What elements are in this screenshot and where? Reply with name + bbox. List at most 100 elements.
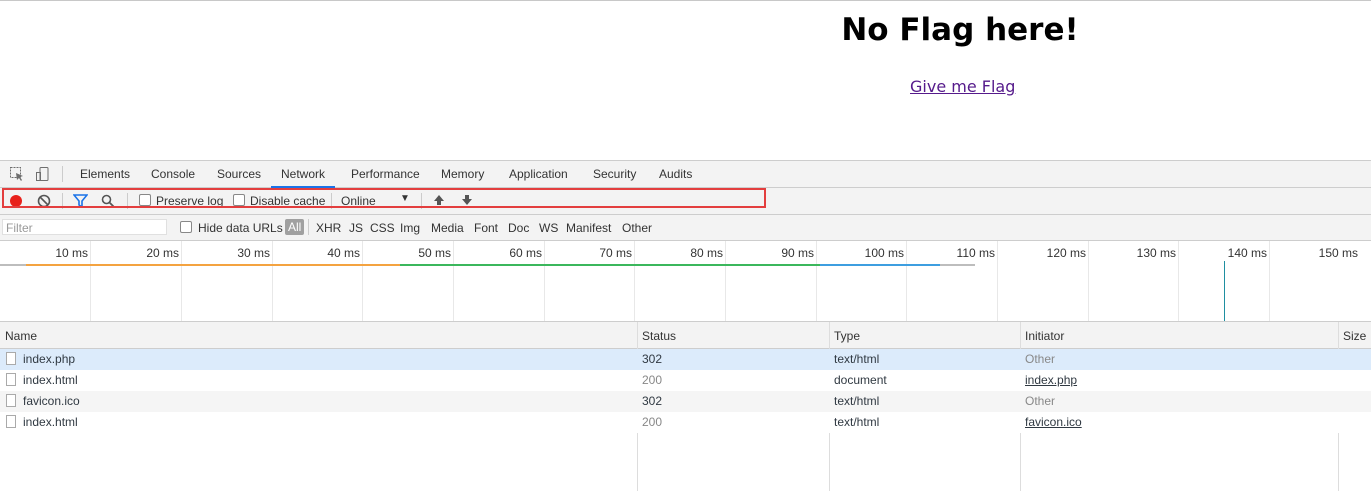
table-row[interactable]: favicon.ico 302 text/html Other: [0, 391, 1371, 412]
timeline-tick: 40 ms: [327, 246, 360, 260]
filter-type-all[interactable]: All: [285, 219, 305, 235]
tab-elements[interactable]: Elements: [70, 161, 140, 187]
filter-type-manifest[interactable]: Manifest: [566, 221, 611, 235]
page-content: No Flag here! Give me Flag: [0, 0, 1371, 161]
filter-type-media[interactable]: Media: [431, 221, 464, 235]
tab-security[interactable]: Security: [583, 161, 646, 187]
document-icon: [6, 373, 16, 386]
inspect-element-icon[interactable]: [9, 166, 25, 182]
request-initiator-link[interactable]: index.php: [1025, 373, 1077, 387]
document-icon: [6, 352, 16, 365]
request-status: 200: [642, 415, 663, 429]
request-initiator: Other: [1025, 394, 1056, 408]
filter-type-doc[interactable]: Doc: [508, 221, 529, 235]
timeline-tick: 70 ms: [599, 246, 632, 260]
filter-type-other[interactable]: Other: [622, 221, 652, 235]
table-row[interactable]: index.html 200 text/html favicon.ico: [0, 412, 1371, 433]
filter-input[interactable]: Filter: [2, 219, 167, 235]
tabbar-divider: [62, 166, 63, 182]
tab-performance[interactable]: Performance: [341, 161, 430, 187]
timeline-gridline: [1178, 241, 1179, 321]
hide-data-urls-label: Hide data URLs: [198, 221, 283, 235]
request-name: favicon.ico: [23, 394, 80, 408]
timeline-tick: 100 ms: [864, 246, 904, 260]
timeline-gridline: [272, 241, 273, 321]
timeline-bar-ttfb: [400, 264, 820, 266]
devtools-panel: Elements Console Sources Network Perform…: [0, 160, 1371, 491]
timeline-gridline: [634, 241, 635, 321]
timeline-tick: 60 ms: [509, 246, 542, 260]
timeline-tick: 10 ms: [55, 246, 88, 260]
page-heading: No Flag here!: [841, 12, 1079, 48]
filter-type-js[interactable]: JS: [349, 221, 363, 235]
hide-data-urls-checkbox[interactable]: [180, 221, 192, 233]
filter-type-css[interactable]: CSS: [370, 221, 395, 235]
request-initiator-link[interactable]: favicon.ico: [1025, 415, 1082, 429]
table-row[interactable]: index.php 302 text/html Other: [0, 349, 1371, 370]
timeline-tick: 140 ms: [1227, 246, 1267, 260]
request-name: index.html: [23, 373, 78, 387]
request-status: 302: [642, 352, 663, 366]
load-event-marker: [1224, 261, 1225, 321]
request-name: index.php: [23, 352, 76, 366]
give-me-flag-link[interactable]: Give me Flag: [910, 77, 1015, 96]
tab-application[interactable]: Application: [499, 161, 578, 187]
timeline-tick: 150 ms: [1318, 246, 1358, 260]
timeline-bar-idle: [940, 264, 975, 266]
timeline-tick: 30 ms: [237, 246, 270, 260]
filter-type-img[interactable]: Img: [400, 221, 420, 235]
timeline-tick: 80 ms: [690, 246, 723, 260]
network-requests-table: Name Status Type Initiator Size index.ph…: [0, 322, 1371, 491]
highlight-annotation-box: [2, 188, 766, 208]
tab-audits[interactable]: Audits: [649, 161, 702, 187]
request-type: text/html: [834, 415, 880, 429]
timeline-bar-queue: [26, 264, 400, 266]
timeline-tick: 50 ms: [418, 246, 451, 260]
tab-sources[interactable]: Sources: [207, 161, 271, 187]
timeline-gridline: [725, 241, 726, 321]
filter-type-font[interactable]: Font: [474, 221, 498, 235]
table-row[interactable]: index.html 200 document index.php: [0, 370, 1371, 391]
request-type: text/html: [834, 394, 880, 408]
timeline-gridline: [181, 241, 182, 321]
tab-memory[interactable]: Memory: [431, 161, 494, 187]
column-header-initiator[interactable]: Initiator: [1025, 329, 1064, 343]
timeline-tick: 130 ms: [1136, 246, 1176, 260]
devtools-tabbar: Elements Console Sources Network Perform…: [0, 161, 1371, 188]
timeline-gridline: [906, 241, 907, 321]
column-header-size[interactable]: Size: [1343, 329, 1366, 343]
request-type: text/html: [834, 352, 880, 366]
device-toolbar-icon[interactable]: [35, 166, 51, 182]
tab-network[interactable]: Network: [271, 161, 336, 188]
table-header: Name Status Type Initiator Size: [0, 322, 1371, 349]
timeline-gridline: [816, 241, 817, 321]
timeline-tick: 20 ms: [146, 246, 179, 260]
filter-type-xhr[interactable]: XHR: [316, 221, 341, 235]
request-name: index.html: [23, 415, 78, 429]
timeline-tick: 110 ms: [956, 246, 995, 260]
column-header-name[interactable]: Name: [5, 329, 37, 343]
timeline-gridline: [1088, 241, 1089, 321]
timeline-gridline: [997, 241, 998, 321]
column-header-type[interactable]: Type: [834, 329, 860, 343]
timeline-gridline: [544, 241, 545, 321]
timeline-overview[interactable]: 10 ms 20 ms 30 ms 40 ms 50 ms 60 ms 70 m…: [0, 241, 1371, 322]
document-icon: [6, 415, 16, 428]
timeline-gridline: [1269, 241, 1270, 321]
tab-console[interactable]: Console: [141, 161, 205, 187]
request-type: document: [834, 373, 887, 387]
timeline-bar-download: [820, 264, 940, 266]
timeline-gridline: [90, 241, 91, 321]
filter-bar: Filter Hide data URLs All XHR JS CSS Img…: [0, 215, 1371, 241]
column-header-status[interactable]: Status: [642, 329, 676, 343]
timeline-bar-waiting: [0, 264, 26, 266]
request-initiator: Other: [1025, 352, 1056, 366]
filter-divider: [308, 219, 309, 235]
timeline-tick: 90 ms: [781, 246, 814, 260]
request-status: 302: [642, 394, 663, 408]
timeline-tick: 120 ms: [1046, 246, 1086, 260]
filter-type-ws[interactable]: WS: [539, 221, 558, 235]
document-icon: [6, 394, 16, 407]
timeline-gridline: [453, 241, 454, 321]
request-status: 200: [642, 373, 663, 387]
